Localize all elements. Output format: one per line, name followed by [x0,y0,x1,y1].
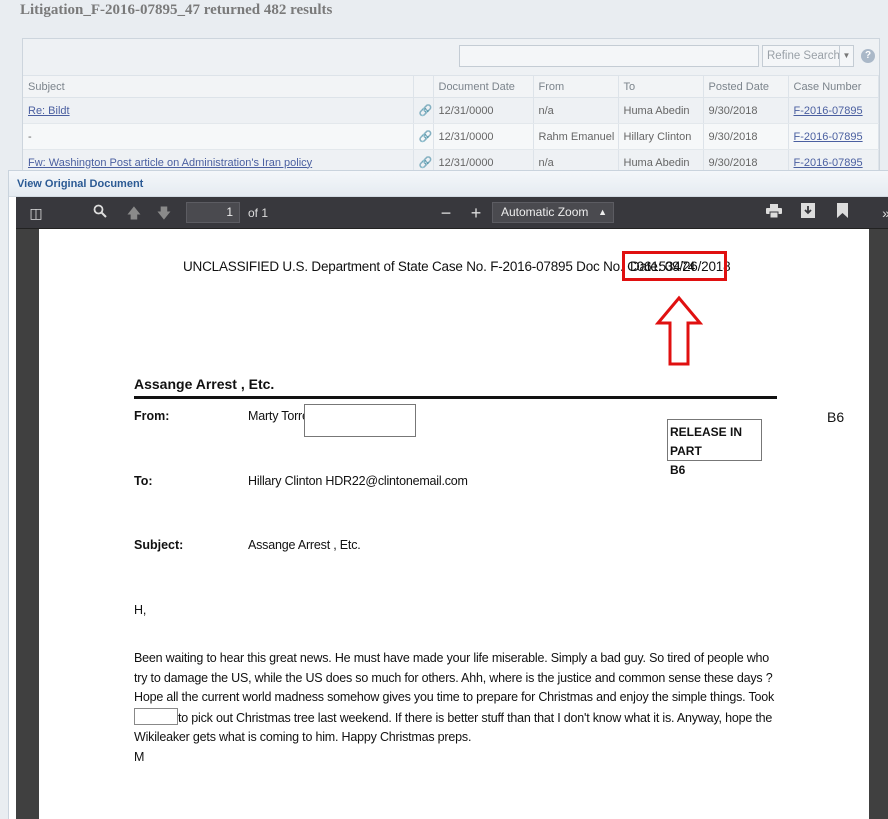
column-header-posted-date[interactable]: Posted Date [703,75,789,98]
column-header-subject[interactable]: Subject [23,75,414,98]
case-number-link[interactable]: F-2016-07895 [794,131,863,143]
to-value: Hillary Clinton HDR22@clintonemail.com [248,474,468,488]
sidebar-toggle-icon[interactable]: ◫ [26,203,46,223]
subject-value: Assange Arrest , Etc. [248,538,361,552]
from-cell: Rahm Emanuel [533,123,619,150]
date-highlight-box [622,251,727,281]
results-title: Litigation_F-2016-07895_47 returned 482 … [20,2,333,18]
document-date-cell: 12/31/0000 [433,97,534,124]
page-count: of 1 [248,206,269,220]
release-line-2: B6 [670,463,686,477]
column-header-attachment [413,75,434,98]
case-number-link[interactable]: F-2016-07895 [794,105,863,117]
body-text-part-2: to pick out Christmas tree last weekend.… [134,710,773,745]
posted-date-cell: 9/30/2018 [703,97,789,124]
refine-search-label: Refine Search [767,50,840,62]
table-header-row: Subject Document Date From To Posted Dat… [23,75,879,98]
document-title: Assange Arrest , Etc. [134,376,275,392]
from-label: From: [134,409,170,423]
chevron-down-icon: ▲ [598,207,607,217]
document-header: UNCLASSIFIED U.S. Department of State Ca… [183,259,696,274]
document-date-cell: 12/31/0000 [433,123,534,150]
zoom-select[interactable]: Automatic Zoom ▲ [492,202,614,223]
zoom-value: Automatic Zoom [501,205,589,219]
attachment-icon: 🔗 [418,157,433,169]
title-divider [134,396,777,399]
download-icon[interactable] [798,203,818,223]
print-icon[interactable] [764,203,784,223]
chevron-down-icon[interactable]: ▼ [839,46,853,66]
zoom-out-icon[interactable]: − [436,203,456,223]
attachment-icon: 🔗 [418,105,433,117]
greeting: H, [134,603,147,617]
signature: M [134,749,145,764]
inline-redaction [134,707,178,725]
subject-link[interactable]: Fw: Washington Post article on Administr… [28,157,312,169]
tools-menu-icon[interactable]: » [876,203,888,223]
message-body: Been waiting to hear this great news. He… [134,649,784,767]
to-cell: Hillary Clinton [618,123,704,150]
column-header-to[interactable]: To [618,75,704,98]
release-line-1: RELEASE IN PART [670,425,743,458]
exemption-code: B6 [827,409,845,425]
dialog-title[interactable]: View Original Document [9,171,888,197]
table-row: - 🔗 12/31/0000 Rahm Emanuel Hillary Clin… [23,123,879,150]
column-header-document-date[interactable]: Document Date [433,75,534,98]
subject-label: Subject: [134,538,184,552]
results-panel: Refine Search ▼ ? Subject Document Date … [22,38,880,178]
posted-date-cell: 9/30/2018 [703,123,789,150]
subject-link[interactable]: Re: Bildt [28,105,70,117]
pdf-viewer: ◫ 🡅 🡇 1 of 1 − + Automatic Zoom ▲ UNCLAS… [16,197,888,819]
view-document-dialog: View Original Document ◫ 🡅 🡇 1 of 1 − + … [8,170,888,819]
previous-page-icon[interactable]: 🡅 [124,203,144,223]
column-header-case-number[interactable]: Case Number [788,75,879,98]
pdf-page: UNCLASSIFIED U.S. Department of State Ca… [39,229,869,819]
arrow-up-icon [655,295,703,366]
help-icon[interactable]: ? [861,49,875,63]
pdf-toolbar: ◫ 🡅 🡇 1 of 1 − + Automatic Zoom ▲ [16,197,888,229]
subject-cell[interactable]: - [23,123,414,150]
column-header-from[interactable]: From [533,75,619,98]
table-row: Re: Bildt 🔗 12/31/0000 n/a Huma Abedin 9… [23,97,879,124]
search-icon[interactable] [90,203,110,223]
from-cell: n/a [533,97,619,124]
refine-search-button[interactable]: Refine Search ▼ [762,45,854,67]
body-text-part-1: Been waiting to hear this great news. He… [134,651,775,704]
redaction-box [304,404,416,437]
case-number-link[interactable]: F-2016-07895 [794,157,863,169]
page-number-input[interactable]: 1 [186,202,240,223]
bookmark-icon[interactable] [832,203,852,223]
search-input[interactable] [459,45,759,67]
to-label: To: [134,474,153,488]
attachment-icon: 🔗 [418,131,433,143]
screen: Litigation_F-2016-07895_47 returned 482 … [0,0,888,819]
to-cell: Huma Abedin [618,97,704,124]
next-page-icon[interactable]: 🡇 [154,203,174,223]
release-stamp: RELEASE IN PART B6 [667,419,762,477]
results-table: Subject Document Date From To Posted Dat… [23,75,879,176]
results-toolbar: Refine Search ▼ ? [23,39,879,75]
zoom-in-icon[interactable]: + [466,203,486,223]
